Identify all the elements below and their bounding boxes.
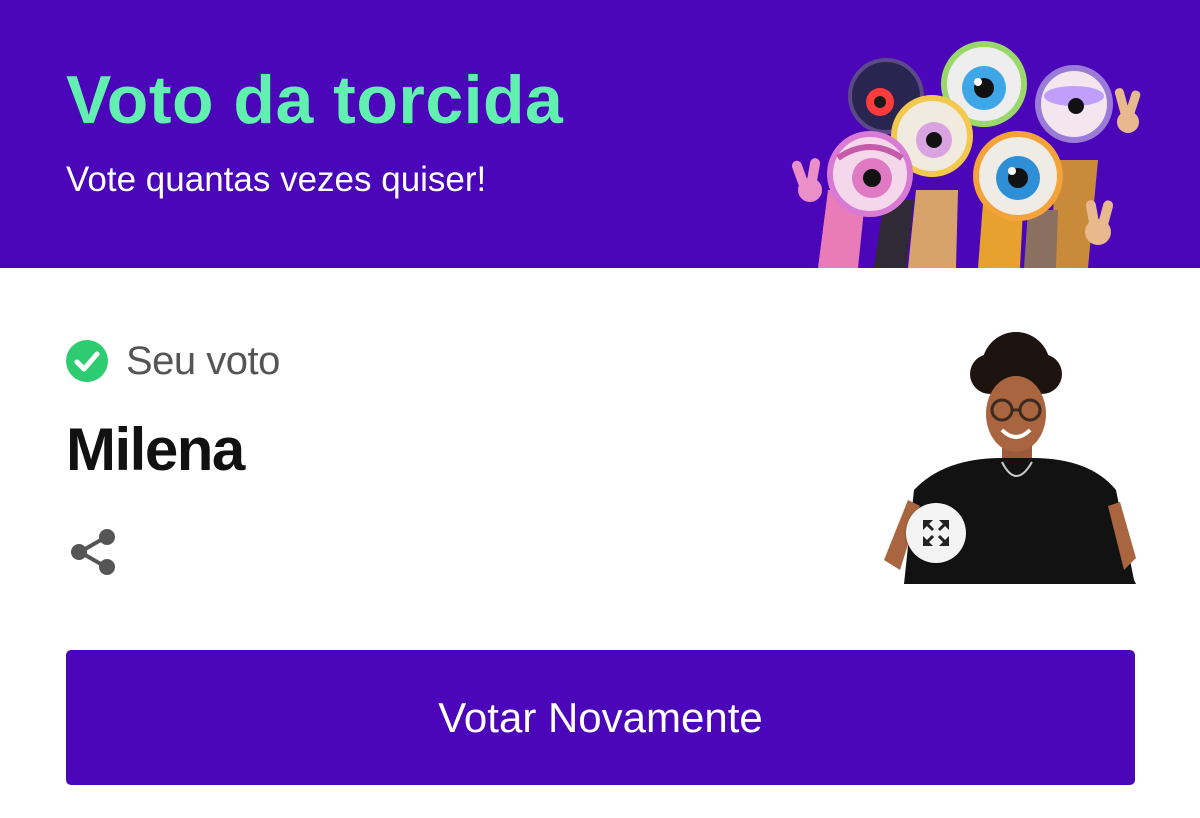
header-subtitle: Vote quantas vezes quiser! [66, 160, 487, 199]
mascot-hands [791, 158, 822, 202]
check-circle-icon [66, 340, 108, 382]
mascots-illustration [791, 41, 1141, 268]
mascot-orange-eye [973, 131, 1063, 221]
voting-header: Voto da torcida Vote quantas vezes quise… [0, 0, 1200, 268]
candidate-name: Milena [66, 416, 245, 483]
vote-status-label: Seu voto [126, 338, 280, 383]
vote-again-button[interactable]: Votar Novamente [66, 650, 1135, 785]
header-title: Voto da torcida [66, 62, 564, 138]
expand-photo-button[interactable] [906, 503, 966, 563]
mascot-purple-eye [1035, 65, 1113, 143]
share-icon[interactable] [70, 528, 116, 576]
mascot-pink-eye [827, 131, 913, 217]
vote-status: Seu voto [66, 338, 280, 384]
expand-icon [923, 520, 949, 546]
